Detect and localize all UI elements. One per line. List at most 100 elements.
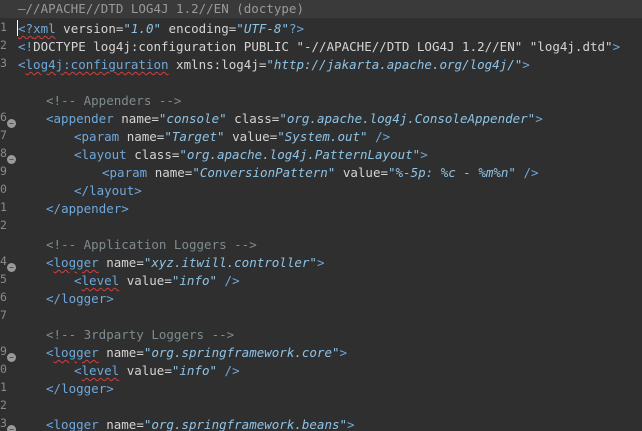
code-line-logger[interactable]: <logger name="xyz.itwill.controller"> [46,254,324,272]
code-line-logger[interactable]: <logger name="org.springframework.core"> [46,344,347,362]
doctype-public-id: "-//APACHE//DTD LOG4J 1.2//EN" [288,39,530,54]
code-line-doctype[interactable]: <!DOCTYPE log4j:configuration PUBLIC "-/… [18,38,620,56]
code-editor[interactable]: —//APACHE//DTD LOG4J 1.2//EN (doctype) 1… [0,0,642,431]
line-number: 0 [0,182,7,196]
attr-name: name= [98,417,144,431]
tag-close: > [316,255,325,270]
tag-name: appender [53,111,114,126]
tag-name: level [81,273,120,288]
attr-value: "%-5p: %c - %m%n" [388,165,516,180]
comment-text: <!-- Application Loggers --> [46,237,257,252]
attr-value: "org.springframework.beans" [143,417,348,431]
line-gutter: 1 2 3 6 7 8 9 0 1 2 4 5 6 7 9 0 1 2 3 − … [0,0,17,431]
tag-open: < [74,129,82,144]
attr-name: name= [147,165,193,180]
attr-value: "Target" [164,129,225,144]
line-number: 0 [0,362,7,376]
line-number: 1 [0,380,7,394]
pi-close: ?> [288,21,305,36]
attr-value: "http://jakarta.apache.org/log4j/" [266,57,523,72]
tag-open: < [74,363,82,378]
tag-name: level [81,363,120,378]
tag-name: logger [53,255,99,270]
line-number: 2 [0,218,7,232]
tag-name: logger [61,291,107,306]
doctype-public: PUBLIC [243,39,289,54]
code-line-xml-declaration[interactable]: <?xml version="1.0" encoding="UTF-8"?> [18,20,304,38]
code-line-param[interactable]: <param name="ConversionPattern" value="%… [102,164,539,182]
tag-open: < [46,345,54,360]
code-line-layout[interactable]: <layout class="org.apache.log4j.PatternL… [74,146,428,164]
code-line-logger-end[interactable]: </logger> [46,380,114,398]
doctype-close: > [612,39,621,54]
line-number: 3 [0,56,7,70]
code-line-comment[interactable]: <!-- Appenders --> [46,92,181,110]
attr-value: "info" [171,363,218,378]
code-line-logger[interactable]: <logger name="org.springframework.beans"… [46,416,355,431]
tag-open: < [102,165,110,180]
tag-close: > [121,201,129,216]
pi-open: <? [18,21,34,36]
comment-text: <!-- Appenders --> [46,93,182,108]
attr-value: "console" [158,111,227,126]
line-number: 5 [0,272,7,286]
attr-name: name= [119,129,165,144]
line-number: 2 [0,38,7,52]
attr-name: name= [98,255,144,270]
line-number: 6 [0,290,7,304]
tag-open: < [74,147,82,162]
attr-value: "org.apache.log4j.ConsoleAppender" [279,111,536,126]
tag-name: logger [61,381,107,396]
fold-toggle-icon[interactable]: − [7,155,16,164]
tag-close: > [420,147,428,162]
code-line-level[interactable]: <level value="info" /> [74,362,240,380]
tag-open: </ [46,291,62,306]
attr-name: name= [113,111,159,126]
code-line-comment[interactable]: <!-- 3rdparty Loggers --> [46,326,234,344]
fold-toggle-icon[interactable]: − [7,263,16,272]
tag-open: < [46,111,54,126]
attr-name: xmlns:log4j= [168,57,267,72]
attr-name: value= [119,273,172,288]
attr-name: class= [126,147,180,162]
attr-name: class= [226,111,280,126]
tag-close: /> [217,273,240,288]
tag-close: > [134,183,142,198]
code-line-configuration[interactable]: <log4j:configuration xmlns:log4j="http:/… [18,56,530,74]
tag-open: < [46,255,54,270]
fold-toggle-icon[interactable]: − [7,353,16,362]
attr-name: value= [224,129,278,144]
tag-open: < [74,273,82,288]
fold-toggle-icon[interactable]: − [7,119,16,128]
tag-close: > [535,111,543,126]
code-line-logger-end[interactable]: </logger> [46,290,114,308]
line-number: 9 [0,164,7,178]
attr-value: "org.springframework.core" [143,345,340,360]
line-number: 2 [0,398,7,412]
tag-name: layout [89,183,135,198]
fold-toggle-icon[interactable]: − [7,425,16,431]
pi-name: xml [33,21,56,36]
comment-text: <!-- 3rdparty Loggers --> [46,327,235,342]
tag-close: > [339,345,348,360]
tag-close: /> [367,129,391,144]
code-line-appender[interactable]: <appender name="console" class="org.apac… [46,110,543,128]
code-line-comment[interactable]: <!-- Application Loggers --> [46,236,257,254]
tag-close: > [106,291,114,306]
doctype-header-text: —//APACHE//DTD LOG4J 1.2//EN (doctype) [18,1,304,16]
tag-name: logger [53,417,99,431]
tag-name: appender [61,201,122,216]
code-line-param[interactable]: <param name="Target" value="System.out" … [74,128,390,146]
tag-open: </ [46,201,62,216]
tag-close: > [347,417,355,431]
attr-value: "xyz.itwill.controller" [143,255,317,270]
attr-name: version= [63,21,124,36]
tag-name: logger [53,345,99,360]
tag-close: /> [217,363,240,378]
code-line-layout-end[interactable]: </layout> [74,182,142,200]
attr-value: "System.out" [277,129,368,144]
code-line-appender-end[interactable]: </appender> [46,200,129,218]
code-line-level[interactable]: <level value="info" /> [74,272,240,290]
attr-name: name= [98,345,144,360]
tag-open: </ [46,381,62,396]
